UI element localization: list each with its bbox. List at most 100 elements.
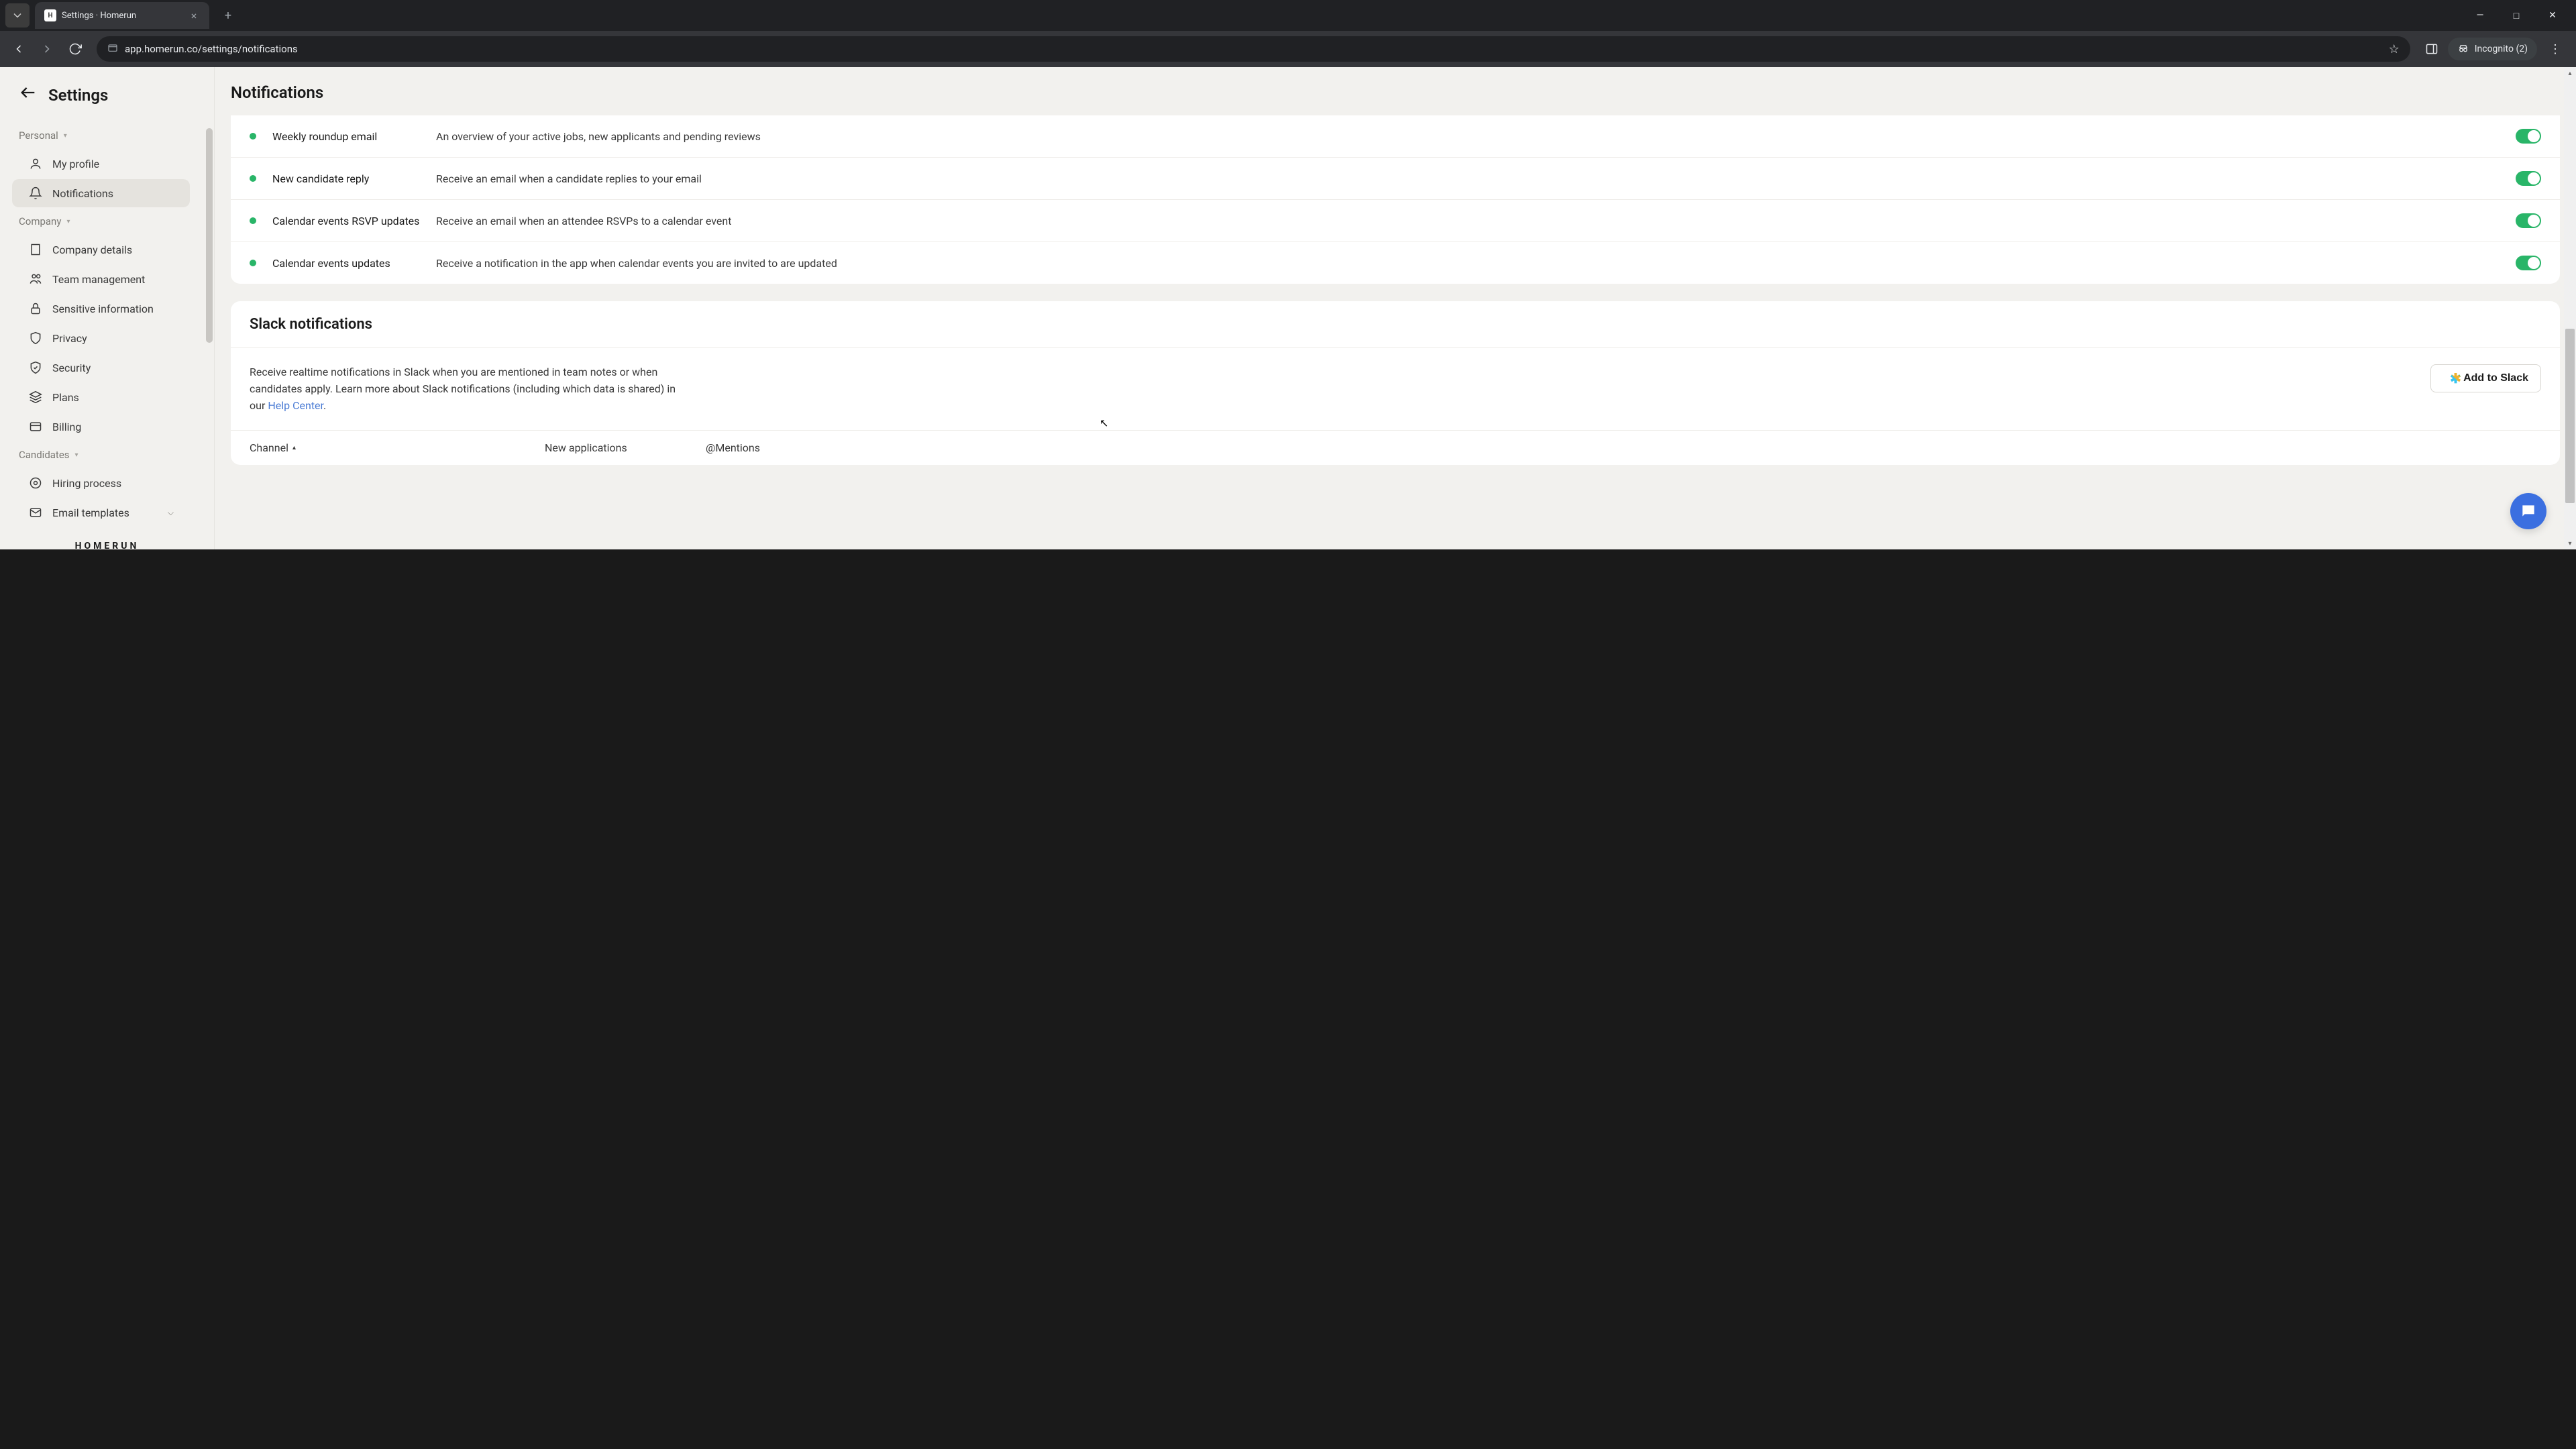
caret-down-icon: ▾ bbox=[64, 132, 67, 140]
status-dot-icon bbox=[250, 260, 256, 266]
tab-bar: H Settings · Homerun × + — □ ✕ bbox=[0, 0, 2576, 31]
maximize-button[interactable]: □ bbox=[2501, 5, 2532, 26]
incognito-icon bbox=[2457, 43, 2469, 55]
notif-desc: An overview of your active jobs, new app… bbox=[436, 130, 2500, 143]
box-icon bbox=[28, 390, 43, 405]
main-content: Notifications Weekly roundup email An ov… bbox=[215, 67, 2576, 549]
section-candidates[interactable]: Candidates ▾ bbox=[0, 442, 202, 468]
tab-title: Settings · Homerun bbox=[62, 11, 182, 21]
browser-tab-active[interactable]: H Settings · Homerun × bbox=[35, 2, 209, 29]
window-controls: — □ ✕ bbox=[2465, 5, 2576, 26]
email-notifications-card: Weekly roundup email An overview of your… bbox=[231, 115, 2560, 284]
chat-support-button[interactable] bbox=[2510, 493, 2546, 529]
process-icon bbox=[28, 476, 43, 490]
brand-footer: HOMERUN bbox=[0, 528, 214, 565]
notif-row-candidate-reply: New candidate reply Receive an email whe… bbox=[231, 158, 2560, 200]
panel-icon bbox=[2425, 42, 2438, 56]
section-company[interactable]: Company ▾ bbox=[0, 209, 202, 234]
incognito-indicator[interactable]: Incognito (2) bbox=[2448, 38, 2537, 60]
notif-name: Weekly roundup email bbox=[272, 130, 420, 143]
sidebar-scroll-area: Personal ▾ My profile Notifications Comp… bbox=[0, 123, 214, 528]
close-tab-button[interactable]: × bbox=[188, 9, 200, 22]
sidebar-item-my-profile[interactable]: My profile bbox=[12, 150, 190, 178]
slack-logo-icon bbox=[2443, 372, 2457, 385]
lock-icon bbox=[28, 301, 43, 316]
column-new-applications: New applications bbox=[545, 441, 706, 454]
help-center-link[interactable]: Help Center bbox=[268, 399, 323, 412]
caret-down-icon: ▾ bbox=[66, 218, 70, 225]
slack-heading: Slack notifications bbox=[231, 301, 2560, 348]
shield-icon bbox=[28, 331, 43, 345]
section-personal[interactable]: Personal ▾ bbox=[0, 123, 202, 148]
minimize-button[interactable]: — bbox=[2465, 5, 2496, 26]
close-window-button[interactable]: ✕ bbox=[2537, 5, 2568, 26]
browser-menu-button[interactable]: ⋮ bbox=[2541, 42, 2569, 56]
notif-name: New candidate reply bbox=[272, 172, 420, 185]
sidebar-scrollbar-thumb[interactable] bbox=[206, 128, 213, 343]
column-mentions: @Mentions bbox=[706, 441, 760, 454]
sidebar-item-company-details[interactable]: Company details bbox=[12, 235, 190, 264]
browser-chrome: H Settings · Homerun × + — □ ✕ app.homer… bbox=[0, 0, 2576, 67]
bookmark-button[interactable]: ☆ bbox=[2389, 42, 2400, 56]
users-icon bbox=[28, 272, 43, 286]
new-tab-button[interactable]: + bbox=[219, 6, 237, 25]
brand-logo[interactable]: HOMERUN bbox=[75, 541, 140, 554]
sidebar-item-plans[interactable]: Plans bbox=[12, 383, 190, 411]
scroll-down-button[interactable]: ▾ bbox=[2564, 537, 2576, 549]
settings-sidebar: Settings Personal ▾ My profile Notificat… bbox=[0, 67, 215, 549]
back-button[interactable] bbox=[7, 37, 31, 61]
toggle-calendar-updates[interactable] bbox=[2516, 256, 2541, 270]
add-to-slack-button[interactable]: Add to Slack bbox=[2430, 364, 2541, 392]
toggle-weekly-roundup[interactable] bbox=[2516, 129, 2541, 144]
sidebar-header: Settings bbox=[0, 67, 214, 123]
notif-name: Calendar events RSVP updates bbox=[272, 215, 420, 227]
scroll-up-button[interactable]: ▴ bbox=[2564, 67, 2576, 79]
sidebar-scrollbar[interactable] bbox=[203, 123, 214, 528]
notif-desc: Receive an email when an attendee RSVPs … bbox=[436, 215, 2500, 227]
sidebar-title: Settings bbox=[48, 86, 108, 105]
url-text: app.homerun.co/settings/notifications bbox=[125, 43, 2382, 55]
sidebar-item-team-management[interactable]: Team management bbox=[12, 265, 190, 293]
sidebar-item-privacy[interactable]: Privacy bbox=[12, 324, 190, 352]
status-dot-icon bbox=[250, 133, 256, 140]
chevron-down-icon bbox=[11, 9, 24, 22]
app-root: Settings Personal ▾ My profile Notificat… bbox=[0, 67, 2576, 549]
sidebar-item-security[interactable]: Security bbox=[12, 354, 190, 382]
toggle-candidate-reply[interactable] bbox=[2516, 171, 2541, 186]
page-scrollbar-thumb[interactable] bbox=[2565, 329, 2575, 503]
card-icon bbox=[28, 419, 43, 434]
status-dot-icon bbox=[250, 175, 256, 182]
column-channel[interactable]: Channel ▴ bbox=[250, 441, 545, 454]
reload-icon bbox=[68, 42, 82, 56]
url-bar[interactable]: app.homerun.co/settings/notifications ☆ bbox=[97, 36, 2410, 62]
slack-table-header: Channel ▴ New applications @Mentions bbox=[231, 430, 2560, 465]
mail-icon bbox=[28, 505, 43, 520]
slack-notifications-card: Slack notifications Receive realtime not… bbox=[231, 301, 2560, 465]
sidebar-item-billing[interactable]: Billing bbox=[12, 413, 190, 441]
notif-desc: Receive an email when a candidate replie… bbox=[436, 172, 2500, 185]
status-dot-icon bbox=[250, 217, 256, 224]
chevron-down-icon: ⌵ bbox=[168, 508, 174, 518]
site-info-icon[interactable] bbox=[107, 42, 118, 56]
sidebar-item-notifications[interactable]: Notifications bbox=[12, 179, 190, 207]
arrow-left-icon bbox=[12, 42, 25, 56]
page-scrollbar[interactable]: ▴ ▾ bbox=[2564, 67, 2576, 549]
shield-check-icon bbox=[28, 360, 43, 375]
tab-search-button[interactable] bbox=[5, 3, 30, 28]
back-to-app-button[interactable] bbox=[19, 83, 38, 107]
slack-description: Receive realtime notifications in Slack … bbox=[250, 364, 692, 414]
caret-down-icon: ▾ bbox=[75, 451, 78, 459]
sidebar-item-sensitive-information[interactable]: Sensitive information bbox=[12, 294, 190, 323]
incognito-label: Incognito (2) bbox=[2475, 44, 2528, 54]
side-panel-button[interactable] bbox=[2420, 37, 2444, 61]
toggle-rsvp-updates[interactable] bbox=[2516, 213, 2541, 228]
sidebar-item-email-templates[interactable]: Email templates ⌵ bbox=[12, 498, 190, 527]
sidebar-item-hiring-process[interactable]: Hiring process bbox=[12, 469, 190, 497]
notif-desc: Receive a notification in the app when c… bbox=[436, 257, 2500, 270]
notif-name: Calendar events updates bbox=[272, 257, 420, 270]
reload-button[interactable] bbox=[63, 37, 87, 61]
arrow-right-icon bbox=[40, 42, 54, 56]
arrow-left-icon bbox=[19, 83, 38, 102]
forward-button[interactable] bbox=[35, 37, 59, 61]
address-bar-row: app.homerun.co/settings/notifications ☆ … bbox=[0, 31, 2576, 67]
